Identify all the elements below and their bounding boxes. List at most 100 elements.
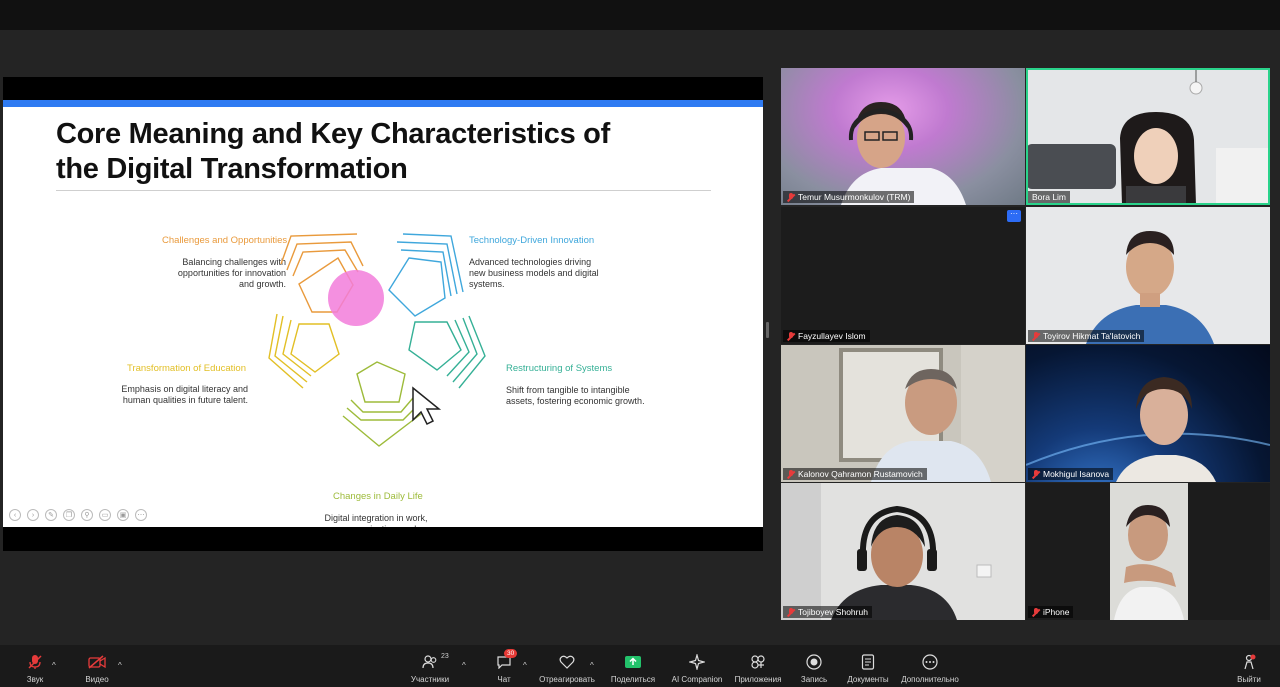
ai-companion-button[interactable]: AI Companion	[668, 645, 726, 687]
documents-button[interactable]: Документы	[843, 645, 893, 687]
more-button[interactable]: Дополнительно	[897, 645, 963, 687]
share-label: Поделиться	[610, 675, 656, 684]
participant-name: Temur Musurmonkulov (TRM)	[798, 192, 911, 202]
participant-name-tag: Kalonov Qahramon Rustamovich	[783, 468, 927, 480]
mic-muted-icon	[787, 607, 795, 617]
video-off-icon	[88, 653, 106, 671]
item-desc-restructuring: Shift from tangible to intangible assets…	[506, 385, 645, 406]
slide-accent-bar	[3, 100, 763, 107]
sparkle-icon	[688, 653, 706, 671]
participant-name-tag: Temur Musurmonkulov (TRM)	[783, 191, 915, 203]
zoom-meeting-window: Core Meaning and Key Characteristics of …	[0, 0, 1280, 687]
chat-button[interactable]: 30 Чат	[488, 645, 520, 687]
mic-muted-icon	[787, 469, 795, 479]
participant-name-tag: Toyirov Hikmat Ta'latovich	[1028, 330, 1145, 342]
participant-name: Kalonov Qahramon Rustamovich	[798, 469, 923, 479]
video-options-caret[interactable]: ^	[118, 661, 122, 670]
video-tile[interactable]: Tojiboyev Shohruh	[781, 483, 1025, 620]
meeting-toolbar: Звук ^ Видео ^ 23 Участники ^ 30 Чат ^ О…	[0, 645, 1280, 687]
audio-options-caret[interactable]: ^	[52, 661, 56, 670]
pentagon-restructuring	[408, 315, 486, 389]
item-title-education: Transformation of Education	[127, 363, 246, 374]
more-label: Дополнительно	[901, 675, 959, 684]
item-desc-education: Emphasis on digital literacy and human q…	[121, 384, 248, 405]
item-title-restructuring: Restructuring of Systems	[506, 363, 613, 374]
participant-name: Toyirov Hikmat Ta'latovich	[1043, 331, 1141, 341]
participant-video	[1086, 231, 1214, 344]
more-options-button[interactable]: ···	[1007, 210, 1021, 222]
react-label: Отреагировать	[539, 675, 595, 684]
share-button[interactable]: Поделиться	[608, 645, 658, 687]
participant-video	[781, 483, 992, 620]
zoom-icon[interactable]: ⚲	[81, 509, 93, 521]
audio-button[interactable]: Звук	[20, 645, 50, 687]
pen-icon[interactable]: ✎	[45, 509, 57, 521]
next-slide-icon[interactable]: ›	[27, 509, 39, 521]
chat-label: Чат	[497, 675, 511, 684]
chat-options-caret[interactable]: ^	[523, 661, 527, 670]
apps-button[interactable]: Приложения	[731, 645, 785, 687]
video-label: Видео	[85, 675, 109, 684]
video-tile[interactable]: ··· Fayzullayev Islom	[781, 207, 1025, 344]
slide-control-bar: ‹ › ✎ ❐ ⚲ ▭ ▣ ⋯	[9, 509, 147, 521]
mic-muted-icon	[787, 192, 795, 202]
panel-resize-handle[interactable]	[766, 322, 769, 338]
slide-title-line2: the Digital Transformation	[56, 153, 408, 185]
copy-icon[interactable]: ❐	[63, 509, 75, 521]
heart-icon	[558, 653, 576, 671]
participant-name-tag: Bora Lim	[1028, 191, 1071, 203]
mic-muted-icon	[787, 331, 795, 341]
participants-options-caret[interactable]: ^	[462, 661, 466, 670]
mic-muted-icon	[26, 653, 44, 671]
participant-name: Mokhigul Isanova	[1043, 469, 1110, 479]
participants-icon: 23	[421, 653, 449, 671]
apps-icon	[749, 653, 767, 671]
react-button[interactable]: Отреагировать	[537, 645, 597, 687]
record-icon	[805, 653, 823, 671]
pointer-highlight	[328, 270, 384, 326]
audio-label: Звук	[26, 675, 44, 684]
record-button[interactable]: Запись	[796, 645, 832, 687]
participant-name-tag: Mokhigul Isanova	[1028, 468, 1114, 480]
pentagon-daily-life	[342, 361, 422, 447]
slide-title-line1: Core Meaning and Key Characteristics of	[56, 118, 610, 150]
subtitles-icon[interactable]: ▭	[99, 509, 111, 521]
participant-name: Bora Lim	[1032, 192, 1067, 202]
chat-icon: 30	[495, 649, 518, 671]
participant-video	[1026, 68, 1270, 205]
participant-name-tag: iPhone	[1028, 606, 1074, 618]
video-tile[interactable]: Toyirov Hikmat Ta'latovich	[1026, 207, 1270, 344]
cursor-icon	[412, 386, 442, 426]
prev-slide-icon[interactable]: ‹	[9, 509, 21, 521]
mic-muted-icon	[1032, 607, 1040, 617]
participants-button[interactable]: 23 Участники	[405, 645, 455, 687]
pentagon-technology	[388, 233, 464, 317]
mic-muted-icon	[1032, 469, 1040, 479]
video-tile-active-speaker[interactable]: Bora Lim	[1026, 68, 1270, 205]
documents-label: Документы	[847, 675, 889, 684]
video-tile[interactable]: Temur Musurmonkulov (TRM)	[781, 68, 1025, 205]
leave-icon	[1240, 653, 1258, 671]
more-dots-icon	[921, 653, 939, 671]
mic-muted-icon	[1032, 331, 1040, 341]
video-tile[interactable]: Mokhigul Isanova	[1026, 345, 1270, 482]
record-label: Запись	[800, 675, 828, 684]
chat-unread-badge: 30	[504, 649, 518, 658]
presentation-slide: Core Meaning and Key Characteristics of …	[3, 100, 763, 527]
participant-video	[1026, 377, 1270, 482]
leave-button[interactable]: Выйти	[1233, 645, 1265, 687]
react-options-caret[interactable]: ^	[590, 661, 594, 670]
participant-video	[841, 102, 966, 205]
video-button[interactable]: Видео	[82, 645, 112, 687]
camera-icon[interactable]: ▣	[117, 509, 129, 521]
item-title-daily-life: Changes in Daily Life	[333, 491, 423, 502]
top-bar	[0, 0, 1280, 30]
participant-video	[839, 345, 1025, 482]
participant-name-tag: Fayzullayev Islom	[783, 330, 870, 342]
more-options-icon[interactable]: ⋯	[135, 509, 147, 521]
participants-label: Участники	[410, 675, 450, 684]
item-desc-daily-life: Digital integration in work, communicati…	[324, 513, 428, 527]
video-tile[interactable]: Kalonov Qahramon Rustamovich	[781, 345, 1025, 482]
pentagon-diagram	[268, 233, 486, 447]
video-tile[interactable]: iPhone	[1026, 483, 1270, 620]
